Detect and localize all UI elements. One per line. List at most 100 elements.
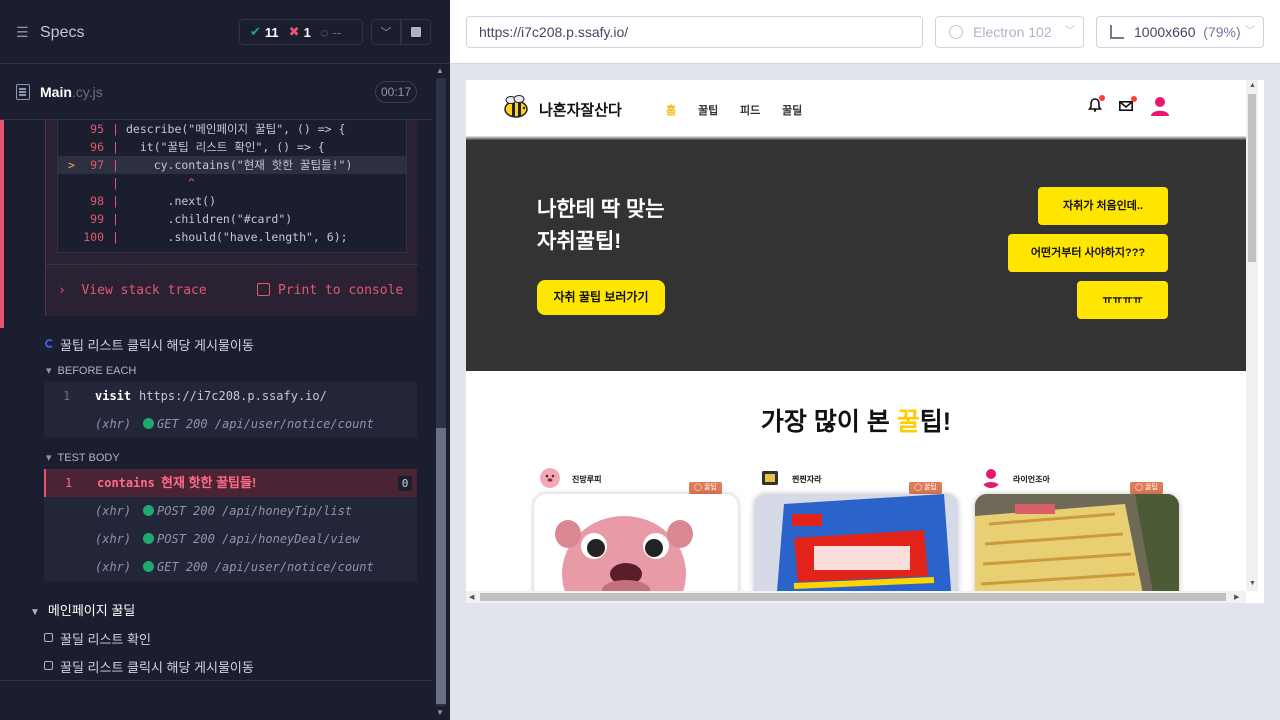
- bee-logo-icon[interactable]: [502, 95, 528, 119]
- scroll-up-arrow-icon[interactable]: ▲: [436, 66, 444, 75]
- passed-stat: ✔ 11: [240, 24, 279, 40]
- hero-line-2: 자취꿀팁!: [537, 230, 622, 253]
- chevron-down-icon: ﹀: [1245, 26, 1255, 37]
- food-image: [975, 494, 1179, 603]
- command-row[interactable]: (xhr) GET 200 /api/user/notice/count: [44, 410, 417, 438]
- scroll-thumb[interactable]: [436, 428, 446, 704]
- command-row[interactable]: (xhr) GET 200 /api/user/notice/count: [44, 553, 417, 581]
- pending-test-title[interactable]: 꿀딜 리스트 클릭시 해당 게시물이동: [60, 657, 254, 676]
- viewport-info[interactable]: 1000x660 (79%) ﹀: [1096, 16, 1264, 48]
- tip-card[interactable]: 라이언조아 ◯ 꿀팁: [975, 468, 1179, 603]
- message-dot: [1131, 96, 1137, 102]
- url-bar[interactable]: https://i7c208.p.ssafy.io/: [466, 16, 923, 48]
- command-number: 1: [63, 389, 71, 403]
- frame-scroll-thumb[interactable]: [1248, 94, 1256, 262]
- author-name: 라이언조아: [1013, 475, 1050, 484]
- tag-label: 꿀팁: [1144, 484, 1158, 491]
- spec-file-row[interactable]: Main.cy.js 00:17: [0, 64, 432, 120]
- caret-down-icon: ▾: [46, 452, 52, 464]
- category-tag: ◯ 꿀팁: [689, 482, 722, 494]
- nav-honeydeal[interactable]: 꿀딜: [782, 102, 802, 118]
- author-avatar: [762, 471, 778, 485]
- spec-ext: .cy.js: [71, 84, 103, 100]
- scroll-left-arrow-icon[interactable]: ◀: [469, 593, 474, 601]
- test-body-commands: 1 contains 현재 핫한 꿀팁들! 0 (xhr) POST 200 /api/…: [44, 469, 417, 581]
- check-icon: ✔: [250, 24, 261, 39]
- status-dot-icon: [143, 418, 154, 429]
- stop-button[interactable]: [401, 19, 431, 45]
- speech-bubble: 어떤거부터 사야하지???: [1008, 234, 1168, 272]
- line-src: it("꿀팁 리스트 확인", () => {: [126, 140, 325, 154]
- aut-panel: https://i7c208.p.ssafy.io/ Electron 102 ﹀…: [450, 0, 1280, 720]
- view-stack-trace-button[interactable]: › View stack trace: [58, 283, 207, 298]
- specs-label[interactable]: Specs: [40, 24, 84, 42]
- hero-heading: 나한테 딱 맞는 자취꿀팁!: [537, 194, 665, 258]
- error-caret: ^: [188, 176, 195, 190]
- command-number: 1: [65, 476, 73, 490]
- notification-dot: [1099, 95, 1105, 101]
- line-src: .next(): [126, 194, 217, 208]
- command-log: 95 | describe("메인페이지 꿀팁", () => { 96 | it("…: [0, 120, 432, 680]
- print-to-console-button[interactable]: Print to console: [257, 283, 403, 298]
- scroll-down-arrow-icon[interactable]: ▼: [436, 708, 444, 717]
- line-number: 98: [90, 194, 104, 208]
- beaver-image: [555, 516, 693, 603]
- specs-menu-icon[interactable]: ☰: [16, 24, 32, 40]
- popular-tips-title: 가장 많이 본 꿀팁!: [466, 402, 1246, 438]
- reporter-scrollbar[interactable]: ▲ ▼: [432, 64, 450, 720]
- mail-icon[interactable]: [1119, 101, 1133, 111]
- see-tips-button[interactable]: 자취 꿀팁 보러가기: [537, 280, 665, 315]
- scroll-right-arrow-icon[interactable]: ▶: [1234, 593, 1239, 601]
- running-test-title[interactable]: 꿀팁 리스트 클릭시 해당 게시물이동: [60, 335, 254, 354]
- scroll-up-arrow-icon[interactable]: ▲: [1249, 82, 1256, 89]
- line-number: 95: [90, 122, 104, 136]
- app-navbar: 나혼자잘산다 홈 꿀팁 피드 꿀딜: [466, 80, 1246, 136]
- line-bar: |: [112, 230, 119, 244]
- failed-command-row[interactable]: 1 contains 현재 핫한 꿀팁들! 0: [44, 469, 417, 497]
- command-name: visit: [95, 389, 132, 403]
- app-logo-text[interactable]: 나혼자잘산다: [539, 99, 622, 120]
- browser-selector[interactable]: Electron 102 ﹀: [935, 16, 1084, 48]
- suite-title[interactable]: ▼ 메인페이지 꿀딜: [30, 600, 135, 619]
- command-row[interactable]: (xhr) POST 200 /api/honeyTip/list: [44, 497, 417, 525]
- tip-card[interactable]: 찐찐자라 ◯ 꿀팁: [754, 468, 958, 603]
- line-bar: |: [112, 158, 119, 172]
- test-body-label: TEST BODY: [57, 452, 120, 464]
- nav-feed[interactable]: 피드: [740, 102, 760, 118]
- pending-test-title[interactable]: 꿀딜 리스트 확인: [60, 629, 151, 648]
- command-row[interactable]: (xhr) POST 200 /api/honeyDeal/view: [44, 525, 417, 553]
- line-number: 100: [83, 230, 104, 244]
- collapse-button[interactable]: ﹀: [371, 19, 401, 45]
- command-message: https://i7c208.p.ssafy.io/: [139, 389, 327, 403]
- command-message: GET 200 /api/user/notice/count: [143, 553, 374, 581]
- user-icon[interactable]: [1151, 96, 1169, 116]
- command-message: GET 200 /api/user/notice/count: [143, 410, 374, 438]
- viewport-scale: (79%): [1203, 24, 1241, 40]
- test-stats: ✔ 11 ✖ 1 ◌ --: [239, 19, 363, 45]
- app-iframe: 나혼자잘산다 홈 꿀팁 피드 꿀딜 나한테 딱 맞는 자취꿀팁! 자취 꿀팁 보…: [466, 80, 1264, 603]
- frame-horizontal-scrollbar[interactable]: ◀ ▶: [466, 591, 1246, 603]
- command-name: (xhr): [95, 504, 132, 518]
- frame-vertical-scrollbar[interactable]: ▲ ▼: [1246, 80, 1258, 591]
- code-line: 95 | describe("메인페이지 꿀팁", () => {: [58, 120, 406, 138]
- electron-icon: [949, 25, 963, 39]
- run-duration: 00:17: [375, 81, 417, 103]
- scroll-down-arrow-icon[interactable]: ▼: [1249, 580, 1256, 587]
- code-line: 98 | .next(): [58, 192, 406, 210]
- title-post: 팁!: [919, 408, 952, 436]
- nav-honeytip[interactable]: 꿀팁: [698, 102, 718, 118]
- ruler-icon: [1110, 25, 1124, 39]
- command-row[interactable]: 1 visit https://i7c208.p.ssafy.io/: [44, 382, 417, 410]
- line-src: .should("have.length", 6);: [126, 230, 348, 244]
- tip-card[interactable]: 진망루피 ◯ 꿀팁: [534, 468, 738, 603]
- pending-icon: ◌: [320, 24, 329, 40]
- pending-count: --: [332, 24, 342, 40]
- pending-stat: ◌ --: [311, 25, 341, 40]
- test-body-hook[interactable]: ▾ TEST BODY: [46, 451, 120, 464]
- line-bar: |: [112, 122, 119, 136]
- cypress-runner-panel: ☰ Specs ✔ 11 ✖ 1 ◌ -- ﹀ Main.cy.js 00:17 95…: [0, 0, 450, 720]
- before-each-hook[interactable]: ▾ BEFORE EACH: [46, 364, 136, 377]
- suite-label: 메인페이지 꿀딜: [47, 603, 136, 618]
- frame-hscroll-thumb[interactable]: [480, 593, 1226, 601]
- nav-home[interactable]: 홈: [666, 102, 676, 118]
